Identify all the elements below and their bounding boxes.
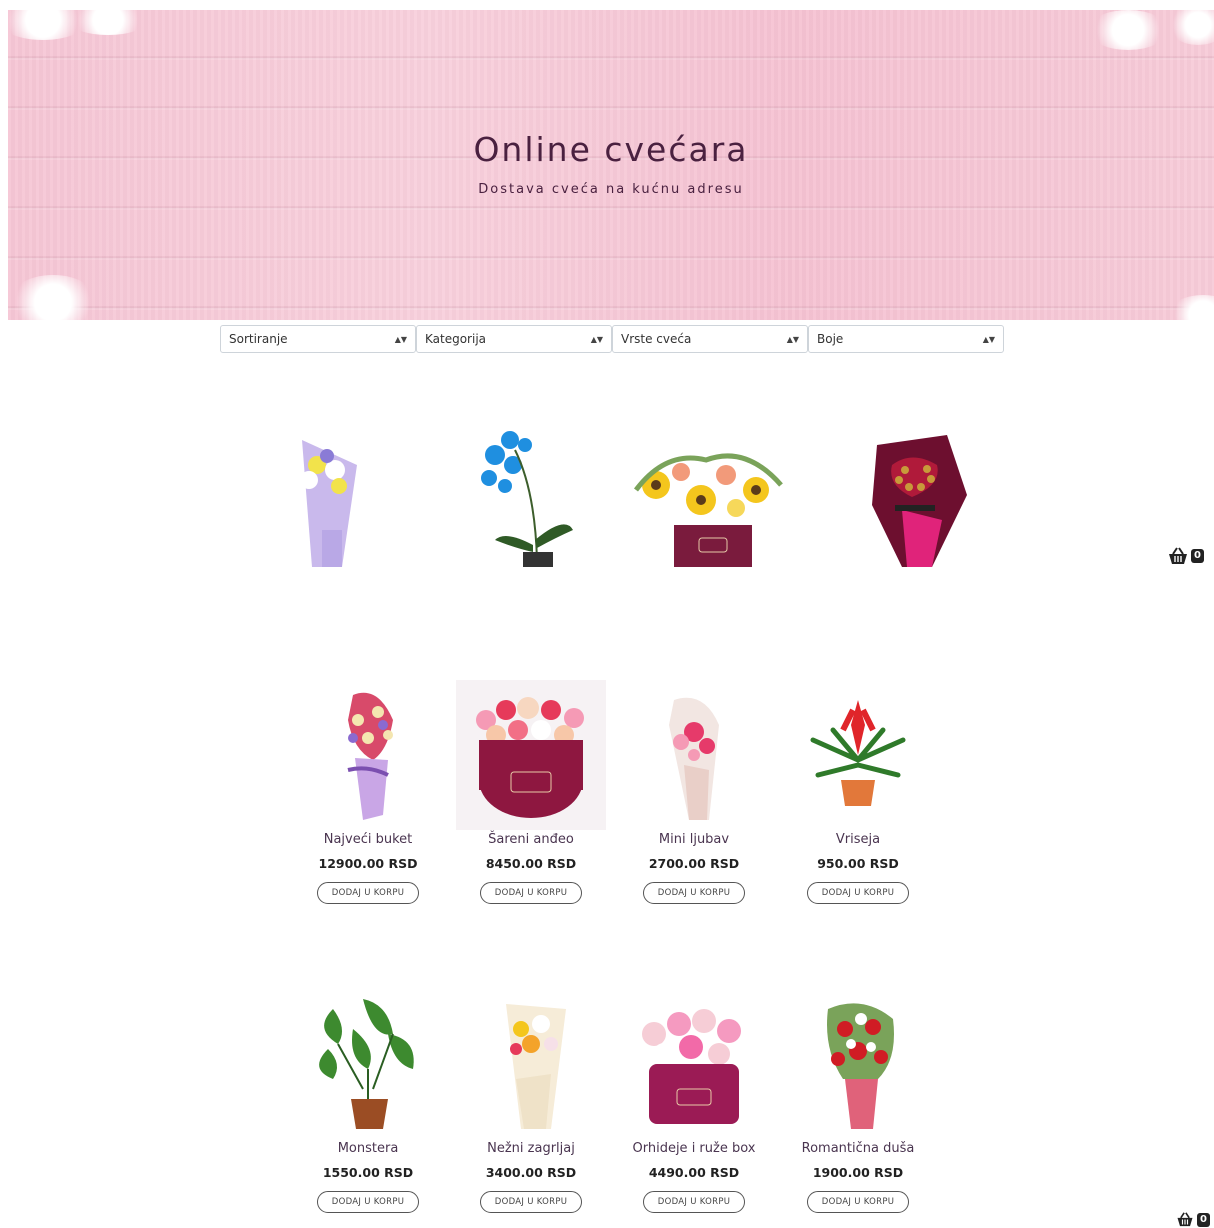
product-image-monstera[interactable]: [293, 989, 443, 1139]
page-title: Online cvećara: [473, 130, 749, 169]
cart-count-badge: 0: [1197, 1212, 1210, 1227]
product-price: 2700.00 RSD: [648, 856, 740, 871]
basket-icon[interactable]: [1168, 547, 1188, 565]
product-image-bouquet[interactable]: [247, 420, 397, 567]
product-card[interactable]: [240, 420, 404, 567]
product-card: Vriseja 950.00 RSD DODAJ U KORPU: [776, 680, 940, 904]
product-name: Romantična duša: [801, 1141, 915, 1156]
sort-select[interactable]: Sortiranje ▲▼: [220, 325, 416, 353]
product-price: 4490.00 RSD: [648, 1165, 740, 1180]
product-name: Vriseja: [835, 832, 881, 847]
product-price: 1900.00 RSD: [812, 1165, 904, 1180]
cart-widget[interactable]: 0: [1168, 547, 1204, 565]
filter-bar: Sortiranje ▲▼ Kategorija ▲▼ Vrste cveća …: [220, 325, 1004, 353]
product-image-sareni-andjeo[interactable]: [456, 680, 606, 830]
product-name: Najveći buket: [323, 832, 413, 847]
blossom-decoration: [1088, 10, 1168, 50]
product-image-vriseja[interactable]: [783, 680, 933, 830]
add-to-cart-button[interactable]: DODAJ U KORPU: [317, 1191, 419, 1213]
add-to-cart-button[interactable]: DODAJ U KORPU: [643, 882, 745, 904]
flower-type-select-label: Vrste cveća: [621, 332, 692, 346]
product-card: Najveći buket 12900.00 RSD DODAJ U KORPU: [286, 680, 450, 904]
product-card: Mini ljubav 2700.00 RSD DODAJ U KORPU: [612, 680, 776, 904]
product-name: Nežni zagrljaj: [487, 1141, 575, 1156]
flower-type-select[interactable]: Vrste cveća ▲▼: [612, 325, 808, 353]
product-card: Romantična duša 1900.00 RSD DODAJ U KORP…: [776, 989, 940, 1213]
select-arrows-icon: ▲▼: [394, 334, 407, 344]
color-select-label: Boje: [817, 332, 844, 346]
add-to-cart-button[interactable]: DODAJ U KORPU: [807, 1191, 909, 1213]
product-image-sunflower-box[interactable]: [626, 430, 790, 567]
page-subtitle: Dostava cveća na kućnu adresu: [478, 182, 744, 197]
select-arrows-icon: ▲▼: [786, 334, 799, 344]
add-to-cart-button[interactable]: DODAJ U KORPU: [317, 882, 419, 904]
product-card[interactable]: [830, 425, 994, 567]
add-to-cart-button[interactable]: DODAJ U KORPU: [480, 882, 582, 904]
add-to-cart-button[interactable]: DODAJ U KORPU: [480, 1191, 582, 1213]
product-image-orhideje-i-ruze-box[interactable]: [619, 989, 769, 1139]
product-name: Monstera: [337, 1141, 399, 1156]
product-card[interactable]: [448, 420, 612, 567]
product-image-orchid[interactable]: [455, 420, 605, 567]
product-price: 950.00 RSD: [817, 856, 899, 871]
product-name: Šareni anđeo: [488, 832, 574, 847]
select-arrows-icon: ▲▼: [982, 334, 995, 344]
add-to-cart-button[interactable]: DODAJ U KORPU: [643, 1191, 745, 1213]
cart-widget[interactable]: 0: [1176, 1212, 1210, 1227]
color-select[interactable]: Boje ▲▼: [808, 325, 1004, 353]
product-card: Orhideje i ruže box 4490.00 RSD DODAJ U …: [612, 989, 776, 1213]
select-arrows-icon: ▲▼: [590, 334, 603, 344]
category-select[interactable]: Kategorija ▲▼: [416, 325, 612, 353]
cart-count-badge: 0: [1191, 549, 1204, 563]
product-name: Orhideje i ruže box: [632, 1141, 756, 1156]
product-image-dark-bouquet[interactable]: [847, 425, 977, 567]
category-select-label: Kategorija: [425, 332, 487, 346]
add-to-cart-button[interactable]: DODAJ U KORPU: [807, 882, 909, 904]
product-price: 12900.00 RSD: [318, 856, 418, 871]
product-card: Monstera 1550.00 RSD DODAJ U KORPU: [286, 989, 450, 1213]
product-card: Nežni zagrljaj 3400.00 RSD DODAJ U KORPU: [449, 989, 613, 1213]
hero-banner: Online cvećara Dostava cveća na kućnu ad…: [8, 10, 1214, 320]
product-image-mini-ljubav[interactable]: [619, 680, 769, 830]
product-image-romanticna-dusa[interactable]: [783, 989, 933, 1139]
product-image-najveci-buket[interactable]: [293, 680, 443, 830]
product-price: 8450.00 RSD: [485, 856, 577, 871]
product-price: 1550.00 RSD: [322, 1165, 414, 1180]
product-name: Mini ljubav: [658, 832, 730, 847]
product-price: 3400.00 RSD: [485, 1165, 577, 1180]
product-image-nezni-zagrljaj[interactable]: [456, 989, 606, 1139]
product-card[interactable]: [626, 430, 790, 567]
product-card: Šareni anđeo 8450.00 RSD DODAJ U KORPU: [449, 680, 613, 904]
basket-icon[interactable]: [1176, 1212, 1194, 1227]
sort-select-label: Sortiranje: [229, 332, 288, 346]
